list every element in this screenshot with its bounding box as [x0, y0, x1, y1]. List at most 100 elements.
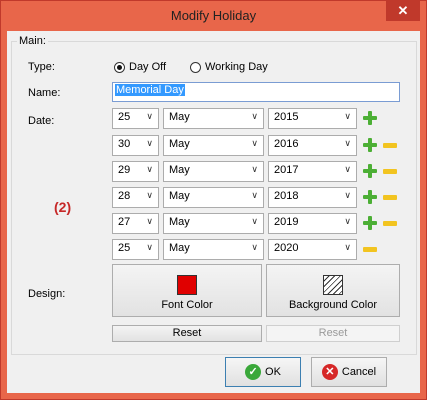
- month-select[interactable]: May ∨: [163, 135, 264, 156]
- reset-label: Reset: [172, 327, 202, 339]
- day-select[interactable]: 29 ∨: [112, 161, 159, 182]
- day-value: 29: [118, 164, 131, 176]
- minus-icon[interactable]: [383, 221, 397, 226]
- minus-icon[interactable]: [383, 169, 397, 174]
- month-select[interactable]: May ∨: [163, 213, 264, 234]
- day-off-radio[interactable]: Day Off: [114, 61, 166, 73]
- year-value: 2018: [274, 190, 299, 202]
- day-value: 28: [118, 190, 131, 202]
- working-day-radio[interactable]: Working Day: [190, 61, 268, 73]
- modify-holiday-dialog: Modify Holiday ✕ Main: Type: Day Off Wor…: [0, 0, 427, 400]
- minus-icon[interactable]: [383, 195, 397, 200]
- reset-label: Reset: [318, 327, 348, 339]
- year-value: 2015: [274, 111, 299, 123]
- chevron-down-icon: ∨: [146, 138, 153, 148]
- day-select[interactable]: 25 ∨: [112, 108, 159, 129]
- radio-checked-icon: [114, 61, 125, 73]
- window-title: Modify Holiday: [170, 8, 257, 23]
- month-value: May: [169, 190, 190, 202]
- name-input[interactable]: Memorial Day: [112, 82, 400, 102]
- chevron-down-icon: ∨: [344, 216, 351, 226]
- plus-icon[interactable]: [363, 216, 377, 230]
- minus-icon[interactable]: [363, 247, 377, 252]
- main-group: Main: Type: Day Off Working Day Name: Me…: [11, 35, 417, 355]
- day-select[interactable]: 25 ∨: [112, 239, 159, 260]
- font-color-label: Font Color: [161, 299, 213, 311]
- cancel-x-icon: ✕: [321, 364, 338, 380]
- day-value: 27: [118, 216, 131, 228]
- year-select[interactable]: 2020 ∨: [268, 239, 357, 260]
- month-value: May: [169, 138, 190, 150]
- day-select[interactable]: 27 ∨: [112, 213, 159, 234]
- month-value: May: [169, 111, 190, 123]
- month-value: May: [169, 164, 190, 176]
- type-label: Type:: [28, 61, 55, 73]
- working-day-label: Working Day: [205, 61, 268, 73]
- day-value: 30: [118, 138, 131, 150]
- chevron-down-icon: ∨: [146, 190, 153, 200]
- plus-icon[interactable]: [363, 164, 377, 178]
- background-color-button[interactable]: Background Color: [266, 264, 400, 317]
- main-group-label: Main:: [17, 35, 48, 47]
- chevron-down-icon: ∨: [146, 111, 153, 121]
- year-value: 2016: [274, 138, 299, 150]
- ok-button[interactable]: ✓ OK: [225, 357, 301, 387]
- month-select[interactable]: May ∨: [163, 239, 264, 260]
- year-select[interactable]: 2016 ∨: [268, 135, 357, 156]
- ok-check-icon: ✓: [245, 364, 262, 380]
- month-select[interactable]: May ∨: [163, 108, 264, 129]
- year-select[interactable]: 2019 ∨: [268, 213, 357, 234]
- day-select[interactable]: 28 ∨: [112, 187, 159, 208]
- title-bar[interactable]: Modify Holiday ✕: [1, 1, 426, 31]
- date-label: Date:: [28, 115, 55, 127]
- background-color-label: Background Color: [288, 299, 378, 311]
- name-label: Name:: [28, 87, 61, 99]
- day-value: 25: [118, 242, 131, 254]
- ok-label: OK: [265, 366, 281, 378]
- minus-icon[interactable]: [383, 143, 397, 148]
- chevron-down-icon: ∨: [251, 164, 258, 174]
- plus-icon[interactable]: [363, 190, 377, 204]
- font-color-reset-button[interactable]: Reset: [112, 325, 262, 342]
- month-select[interactable]: May ∨: [163, 187, 264, 208]
- name-input-value: Memorial Day: [115, 84, 185, 96]
- year-select[interactable]: 2015 ∨: [268, 108, 357, 129]
- chevron-down-icon: ∨: [146, 242, 153, 252]
- chevron-down-icon: ∨: [344, 111, 351, 121]
- cancel-button[interactable]: ✕ Cancel: [311, 357, 387, 387]
- font-color-swatch-icon: [177, 275, 197, 295]
- chevron-down-icon: ∨: [251, 242, 258, 252]
- font-color-button[interactable]: Font Color: [112, 264, 262, 317]
- close-button[interactable]: ✕: [386, 1, 420, 21]
- month-value: May: [169, 216, 190, 228]
- dialog-body: Main: Type: Day Off Working Day Name: Me…: [7, 31, 420, 393]
- month-select[interactable]: May ∨: [163, 161, 264, 182]
- chevron-down-icon: ∨: [146, 164, 153, 174]
- year-value: 2017: [274, 164, 299, 176]
- close-icon: ✕: [397, 3, 409, 18]
- step-annotation: (2): [54, 199, 72, 215]
- radio-unchecked-icon: [190, 61, 201, 73]
- design-label: Design:: [28, 288, 66, 300]
- year-value: 2020: [274, 242, 299, 254]
- chevron-down-icon: ∨: [251, 216, 258, 226]
- day-value: 25: [118, 111, 131, 123]
- plus-icon[interactable]: [363, 138, 377, 152]
- cancel-label: Cancel: [341, 366, 377, 378]
- day-off-label: Day Off: [129, 61, 167, 73]
- year-select[interactable]: 2017 ∨: [268, 161, 357, 182]
- year-value: 2019: [274, 216, 299, 228]
- chevron-down-icon: ∨: [251, 138, 258, 148]
- chevron-down-icon: ∨: [251, 190, 258, 200]
- chevron-down-icon: ∨: [344, 242, 351, 252]
- chevron-down-icon: ∨: [344, 190, 351, 200]
- day-select[interactable]: 30 ∨: [112, 135, 159, 156]
- plus-icon[interactable]: [363, 111, 377, 125]
- background-color-swatch-icon: [323, 275, 343, 295]
- chevron-down-icon: ∨: [251, 111, 258, 121]
- year-select[interactable]: 2018 ∨: [268, 187, 357, 208]
- chevron-down-icon: ∨: [344, 164, 351, 174]
- background-color-reset-button[interactable]: Reset: [266, 325, 400, 342]
- chevron-down-icon: ∨: [344, 138, 351, 148]
- chevron-down-icon: ∨: [146, 216, 153, 226]
